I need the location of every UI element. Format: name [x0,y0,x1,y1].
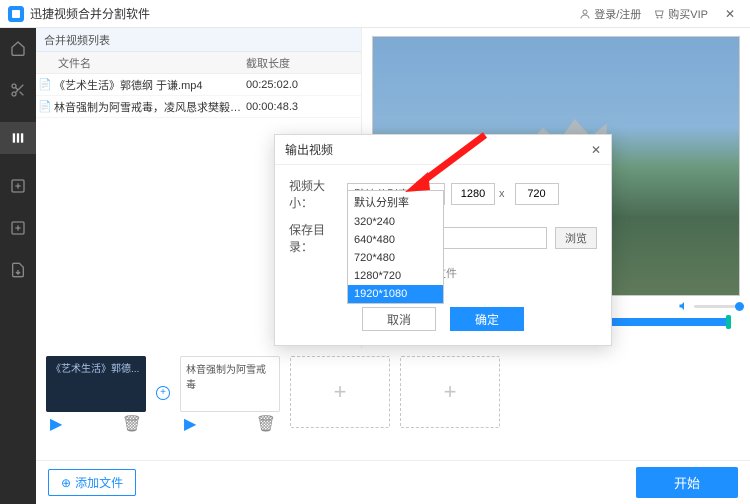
sidebar-add2[interactable] [8,218,28,238]
play-icon[interactable]: ▶ [184,414,196,434]
size-label: 视频大小： [289,177,347,211]
browse-button[interactable]: 浏览 [555,227,597,249]
dropdown-option[interactable]: 640*480 [348,231,443,249]
sidebar-add1[interactable] [8,176,28,196]
cancel-button[interactable]: 取消 [362,307,436,331]
file-icon: 📄 [36,100,54,113]
table-row[interactable]: 📄 林音强制为阿雪戒毒，凌风恳求樊毅给妹妹拿... 00:00:48.3 [36,96,361,118]
height-input[interactable] [515,183,559,205]
play-icon[interactable]: ▶ [50,414,62,434]
start-button[interactable]: 开始 [636,467,738,498]
file-icon: 📄 [36,78,54,91]
thumbnail-row: 《艺术生活》郭德... ▶ 🗑 + 林音强制为阿雪戒毒 ▶ 🗑 + + [36,348,750,434]
bottom-bar: ⊕ 添加文件 开始 [36,460,750,504]
vip-link[interactable]: 购买VIP [653,6,708,22]
dialog-title: 输出视频 [285,141,333,158]
cart-icon [653,8,665,20]
user-icon [579,8,591,20]
delete-icon[interactable]: 🗑 [256,414,276,434]
volume-control[interactable] [678,300,740,312]
column-header: 文件名 截取长度 [36,52,361,74]
sidebar-home[interactable] [8,38,28,58]
login-link[interactable]: 登录/注册 [579,6,641,22]
delete-icon[interactable]: 🗑 [122,414,142,434]
clip-thumb[interactable]: 《艺术生活》郭德... ▶ 🗑 [46,356,146,434]
dropdown-option[interactable]: 1280*720 [348,267,443,285]
app-logo [8,6,24,22]
clip-thumb[interactable]: 林音强制为阿雪戒毒 ▶ 🗑 [180,356,280,434]
app-title: 迅捷视频合并分割软件 [30,5,150,22]
dropdown-option[interactable]: 默认分别率 [348,191,443,213]
width-input[interactable] [451,183,495,205]
col-filename: 文件名 [36,55,246,71]
volume-icon [678,300,690,312]
dropdown-option[interactable]: 320*240 [348,213,443,231]
add-file-button[interactable]: ⊕ 添加文件 [48,469,136,496]
window-close[interactable]: ✕ [718,7,742,21]
insert-clip-button[interactable]: + [156,386,170,400]
sidebar [0,28,36,504]
resolution-dropdown: 默认分别率 320*240 640*480 720*480 1280*720 1… [347,190,444,304]
sidebar-merge[interactable] [0,122,36,154]
sidebar-cut[interactable] [8,80,28,100]
dir-label: 保存目录： [289,221,347,255]
plus-icon: ⊕ [61,476,71,490]
titlebar: 迅捷视频合并分割软件 登录/注册 购买VIP ✕ [0,0,750,28]
col-length: 截取长度 [246,55,361,71]
add-slot[interactable]: + [290,356,390,428]
ok-button[interactable]: 确定 [450,307,524,331]
dropdown-option[interactable]: 1920*1080 [348,285,443,303]
list-header: 合并视频列表 [36,28,361,52]
add-slot[interactable]: + [400,356,500,428]
dialog-close[interactable]: ✕ [591,143,601,157]
dropdown-option[interactable]: 720*480 [348,249,443,267]
table-row[interactable]: 📄 《艺术生活》郭德纲 于谦.mp4 00:25:02.0 [36,74,361,96]
sidebar-export[interactable] [8,260,28,280]
